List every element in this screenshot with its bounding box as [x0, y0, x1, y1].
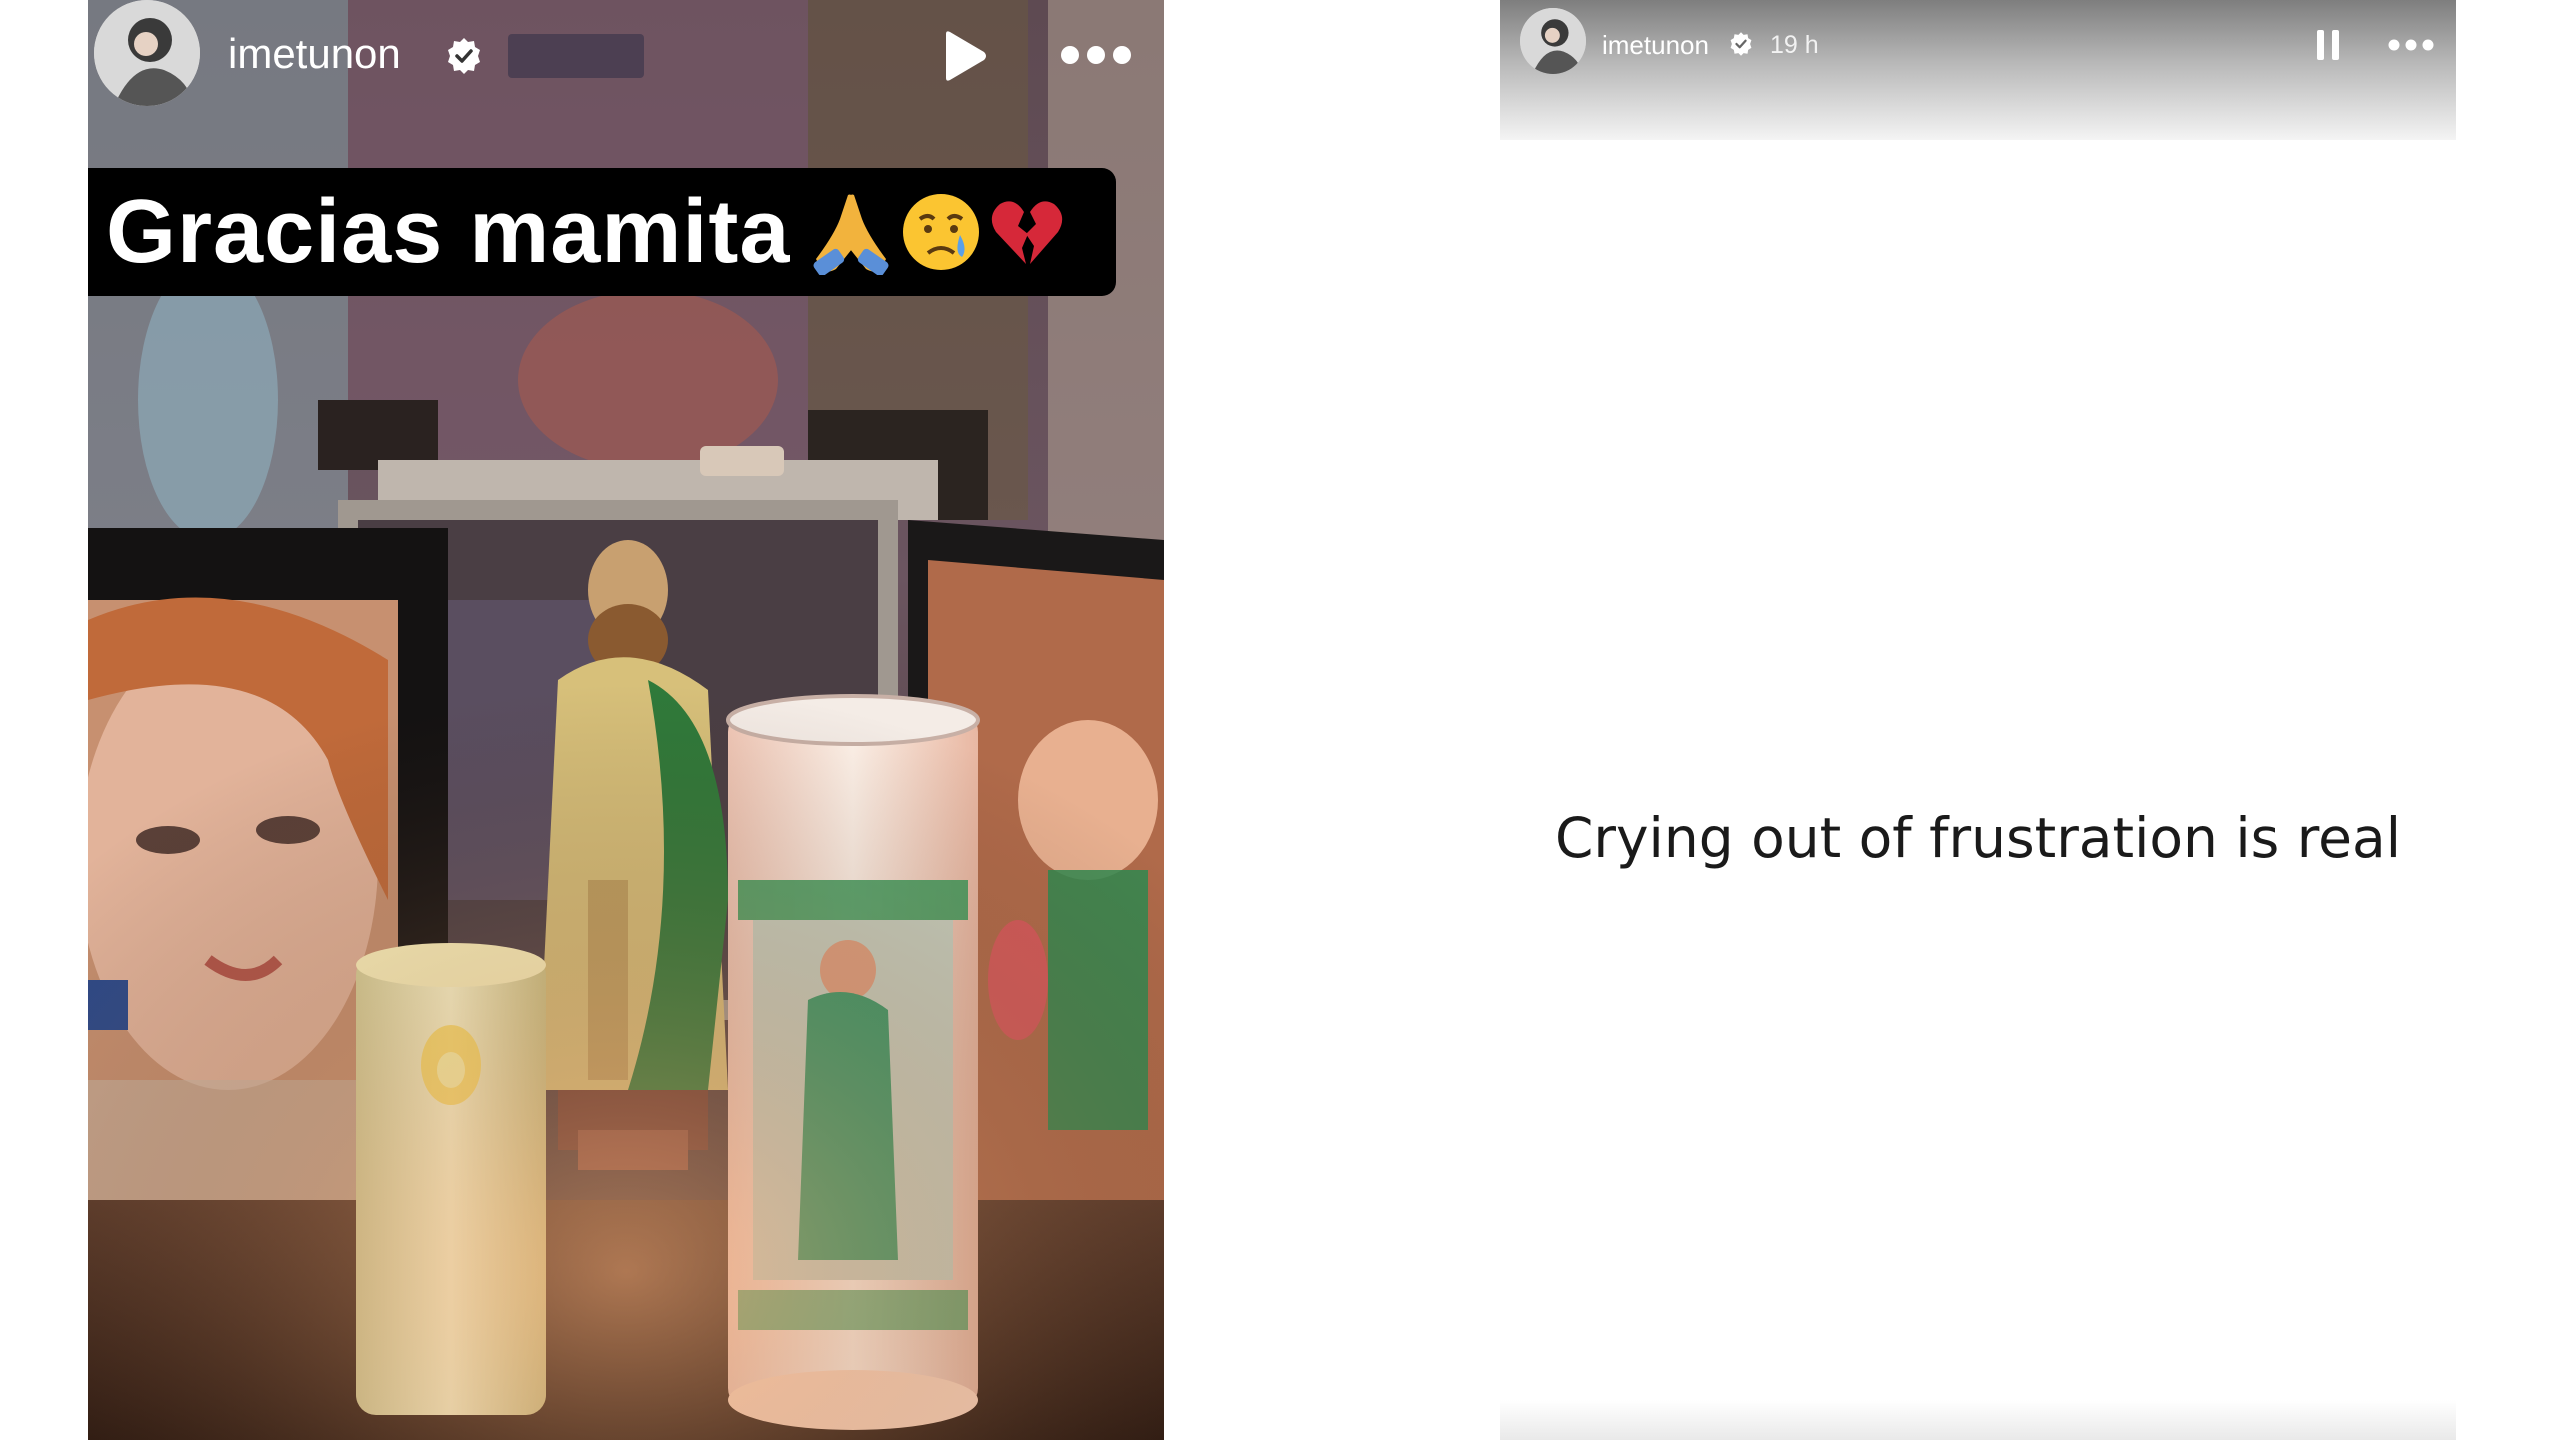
- more-options-button[interactable]: [1058, 40, 1134, 70]
- story-timestamp: 19 h: [1770, 31, 1819, 59]
- more-horizontal-icon: [2388, 39, 2434, 51]
- play-icon: [946, 31, 986, 81]
- verified-badge-icon: [1728, 31, 1754, 57]
- pause-icon: [2317, 30, 2339, 60]
- verified-badge-icon: [444, 36, 484, 76]
- caption-text: Gracias mamita: [106, 181, 791, 282]
- more-horizontal-icon: [1061, 46, 1131, 64]
- play-button[interactable]: [936, 28, 992, 84]
- avatar[interactable]: [94, 0, 200, 106]
- comparison-canvas: imetunon Gracias mamita imetunon 19 h Cr…: [0, 0, 2560, 1440]
- avatar-image: [94, 0, 200, 106]
- crying-face-icon: [903, 194, 980, 270]
- header-gradient: [1500, 0, 2456, 140]
- username[interactable]: imetunon: [1602, 30, 1709, 61]
- redacted-timestamp: [508, 34, 644, 78]
- right-story-panel: imetunon 19 h Crying out of frustration …: [1500, 0, 2456, 1440]
- broken-heart-icon: [992, 201, 1063, 264]
- folded-hands-icon: [813, 194, 889, 275]
- story-header: imetunon: [88, 0, 1164, 110]
- caption-emojis: [808, 189, 1064, 275]
- pause-button[interactable]: [2314, 28, 2342, 62]
- left-story-panel: imetunon Gracias mamita: [88, 0, 1164, 1440]
- story-caption: Gracias mamita: [88, 168, 1116, 296]
- more-options-button[interactable]: [2386, 36, 2436, 54]
- story-text: Crying out of frustration is real: [1554, 806, 2401, 870]
- footer-strip: [1500, 1400, 2456, 1440]
- username[interactable]: imetunon: [228, 30, 401, 78]
- avatar-image: [1520, 8, 1586, 74]
- avatar[interactable]: [1520, 8, 1586, 74]
